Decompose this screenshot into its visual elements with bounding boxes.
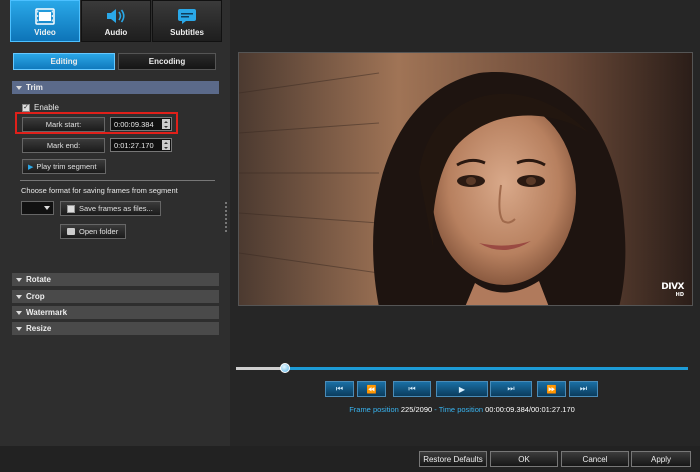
mark-end-input[interactable]: 0:01:27.170 <box>110 138 172 152</box>
apply-button[interactable]: Apply <box>631 451 691 467</box>
section-crop-label: Crop <box>26 292 45 301</box>
previous-frame-button[interactable]: ⏮ <box>393 381 431 397</box>
speaker-icon <box>107 9 125 23</box>
save-frames-label: Save frames as files... <box>79 204 153 213</box>
restore-defaults-button[interactable]: Restore Defaults <box>419 451 487 467</box>
tab-audio[interactable]: Audio <box>81 0 151 42</box>
first-frame-icon: ⏮ <box>335 384 344 393</box>
section-trim-header[interactable]: Trim <box>12 81 219 94</box>
choose-format-text: Choose format for saving frames from seg… <box>21 186 178 195</box>
fast-forward-icon: ⏩ <box>546 384 557 394</box>
play-trim-segment-button[interactable]: ▶ Play trim segment <box>22 159 106 174</box>
tab-subtitles[interactable]: Subtitles <box>152 0 222 42</box>
tab-editing[interactable]: Editing <box>13 53 115 70</box>
format-dropdown[interactable] <box>21 201 54 215</box>
mark-start-value: 0:00:09.384 <box>114 119 154 129</box>
expand-triangle-icon <box>16 294 22 299</box>
tab-subtitles-label: Subtitles <box>170 28 204 37</box>
mark-end-button[interactable]: Mark end: <box>22 138 105 153</box>
time-position-value: 00:00:09.384/00:01:27.170 <box>485 405 575 414</box>
section-resize-label: Resize <box>26 324 52 333</box>
tab-video[interactable]: Video <box>10 0 80 42</box>
section-resize-header[interactable]: Resize <box>12 322 219 335</box>
enable-checkbox[interactable]: ✓ <box>22 103 30 112</box>
section-crop-header[interactable]: Crop <box>12 290 219 303</box>
frame-position-label: Frame position <box>349 405 399 414</box>
open-folder-label: Open folder <box>79 227 119 236</box>
panel-splitter[interactable] <box>224 200 228 240</box>
rewind-icon: ⏪ <box>366 384 377 394</box>
section-watermark-label: Watermark <box>26 308 68 317</box>
settings-panel: Video Audio Subtitles Editing Encoding T… <box>0 0 230 446</box>
timeline-handle[interactable] <box>279 363 290 373</box>
folder-icon <box>67 228 75 235</box>
video-icon <box>35 8 55 25</box>
section-rotate-label: Rotate <box>26 275 51 284</box>
tab-encoding[interactable]: Encoding <box>118 53 216 70</box>
divx-hd-logo: DIVX HD <box>661 282 684 299</box>
mark-end-spinner[interactable] <box>162 140 170 150</box>
expand-triangle-icon <box>16 277 22 282</box>
video-frame-image <box>239 53 692 305</box>
timeline-track[interactable] <box>236 367 688 370</box>
section-watermark-header[interactable]: Watermark <box>12 306 219 319</box>
save-icon <box>67 204 75 213</box>
divider <box>20 180 215 181</box>
chevron-down-icon <box>44 206 50 210</box>
mark-start-button[interactable]: Mark start: <box>22 117 105 132</box>
expand-triangle-icon <box>16 326 22 331</box>
tab-audio-label: Audio <box>104 28 128 37</box>
enable-label: Enable <box>34 103 59 112</box>
fast-forward-button[interactable]: ⏩ <box>537 381 566 397</box>
mark-end-value: 0:01:27.170 <box>114 140 154 150</box>
play-button[interactable]: ▶ <box>436 381 488 397</box>
play-icon: ▶ <box>28 163 34 171</box>
section-trim-label: Trim <box>26 83 43 92</box>
save-frames-button[interactable]: Save frames as files... <box>60 201 161 216</box>
expand-triangle-icon <box>16 85 22 90</box>
next-frame-icon: ⏭ <box>507 384 515 393</box>
expand-triangle-icon <box>16 310 22 315</box>
position-readout: Frame position 225/2090 - Time position … <box>236 405 688 414</box>
frame-position-value: 225/2090 <box>400 405 433 414</box>
cancel-button[interactable]: Cancel <box>561 451 629 467</box>
last-frame-button[interactable]: ⏭ <box>569 381 598 397</box>
open-folder-button[interactable]: Open folder <box>60 224 126 239</box>
first-frame-button[interactable]: ⏮ <box>325 381 354 397</box>
subtitles-icon <box>178 9 196 24</box>
video-preview: DIVX HD <box>238 52 693 306</box>
tab-video-label: Video <box>34 28 56 37</box>
ok-button[interactable]: OK <box>490 451 558 467</box>
preview-panel: DIVX HD <box>230 0 700 446</box>
time-position-label: Time position <box>438 405 484 414</box>
enable-row: ✓ Enable <box>22 103 59 112</box>
section-rotate-header[interactable]: Rotate <box>12 273 219 286</box>
mark-start-input[interactable]: 0:00:09.384 <box>110 117 172 131</box>
play-trim-segment-label: Play trim segment <box>36 162 97 171</box>
timeline-played <box>236 367 285 370</box>
last-frame-icon: ⏭ <box>579 384 588 393</box>
next-frame-button[interactable]: ⏭ <box>490 381 532 397</box>
play-icon: ▶ <box>458 384 466 394</box>
rewind-button[interactable]: ⏪ <box>357 381 386 397</box>
previous-frame-icon: ⏮ <box>408 384 416 393</box>
mark-start-spinner[interactable] <box>162 119 170 129</box>
